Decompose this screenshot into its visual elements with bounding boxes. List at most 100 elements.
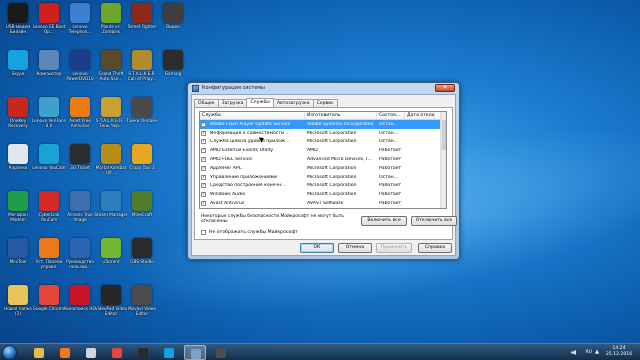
volume-icon[interactable] <box>571 350 576 355</box>
skype-taskbar-button[interactable] <box>158 345 180 360</box>
desktop-icon-steam-manager[interactable]: Steam Manager <box>94 191 128 217</box>
msconfig-taskbar-button[interactable] <box>184 345 206 360</box>
column-header-state[interactable]: Состоя... <box>377 112 405 119</box>
ok-button[interactable]: ОК <box>300 243 334 253</box>
desktop-icon-street-fighter[interactable]: Street Fighter <box>125 3 159 29</box>
close-button[interactable]: ✕ <box>435 84 455 92</box>
desktop-icon-gaming[interactable]: Gaming <box>156 50 190 76</box>
chrome-taskbar-button[interactable] <box>106 345 128 360</box>
desktop-icon-lenovo-ee-boot[interactable]: Lenovo EE Boot Op... <box>32 3 66 34</box>
service-checkbox[interactable]: ✓ <box>201 183 206 189</box>
obs-taskbar-button[interactable] <box>132 345 154 360</box>
desktop-icon-minecraft[interactable]: MineCraft <box>125 191 159 217</box>
desktop-icon-usb-modem-beeline[interactable]: USB-модем Билайн <box>1 3 35 34</box>
service-checkbox[interactable]: ✓ <box>201 148 206 154</box>
help-button[interactable]: Справка <box>418 243 452 253</box>
desktop-icon-stalker-shadow[interactable]: S.T.A.L.K.E.R. - Тень Чер... <box>94 97 128 128</box>
scrollbar-thumb[interactable] <box>442 120 446 150</box>
desktop-icon-youcam[interactable]: Lenovo YouCam <box>32 144 66 170</box>
desktop-icon-veriface[interactable]: Lenovo VeriFace 4.0 <box>32 97 66 128</box>
desktop-icon-skype[interactable]: Skype <box>1 50 35 76</box>
services-list-scrollbar[interactable] <box>440 112 446 208</box>
tab-0[interactable]: Общие <box>194 99 219 107</box>
clock[interactable]: 14:24 25.12.2016 <box>602 346 636 358</box>
system-configuration-window[interactable]: Конфигурация системы ✕ Общие Загрузка Служ… <box>187 82 460 260</box>
service-row[interactable]: ✓ Средство построения конечн... Microsoft … <box>200 182 446 191</box>
service-checkbox[interactable]: ✓ <box>201 165 206 171</box>
desktop-icon-powerdvd[interactable]: Lenovo PowerDVD10 <box>63 50 97 81</box>
desktop-icon-label: Танки Онлайн <box>126 118 158 123</box>
service-row[interactable]: ✓Установщик ActiveX (AxInstSV)Microsoft … <box>200 208 446 209</box>
desktop-icon-control-panel-setup[interactable]: Уст. Панели управл. <box>32 238 66 269</box>
service-row[interactable]: ✓ AppleHer APC Microsoft Corporation Работа… <box>200 164 446 173</box>
service-row[interactable]: ✓ AMD External Events Utility AMD Работает <box>200 146 446 155</box>
desktop-icon-video[interactable]: Видео <box>156 3 190 29</box>
desktop-icon-stalker-cop[interactable]: S.T.A.L.K.E.R. Call of Pripy... <box>125 50 159 81</box>
desktop-icon-gta-san-andreas[interactable]: Grand Theft Auto San... <box>94 50 128 81</box>
desktop-icon-new-folder-2[interactable]: Новая папка (2) <box>1 285 35 316</box>
explorer-taskbar-button[interactable] <box>28 345 50 360</box>
desktop-icon-obs-studio[interactable]: OBS Studio <box>125 238 159 264</box>
desktop-icon-recycle-bin[interactable]: Корзина <box>1 144 35 170</box>
desktop-icon-cyberlink-youcam[interactable]: CyberLink YouCam <box>32 191 66 222</box>
apply-button[interactable]: Применить <box>376 243 412 253</box>
service-name: Информация о совместимости ... <box>210 130 290 136</box>
hide-microsoft-services-checkbox[interactable] <box>201 230 206 235</box>
desktop-icon-label: Google Chrome <box>32 306 66 311</box>
column-header-maker[interactable]: Изготовитель <box>305 112 377 119</box>
window-titlebar[interactable]: Конфигурация системы ✕ <box>188 83 459 94</box>
desktop-icon-plants-vs-zombies[interactable]: Plants vs. Zombies <box>94 3 128 34</box>
desktop-icon-movavi[interactable]: Movavi Video Editor <box>125 285 159 316</box>
tab-1[interactable]: Загрузка <box>217 99 248 107</box>
service-checkbox[interactable]: ✓ <box>201 201 206 207</box>
desktop-icon-kinopoisk[interactable]: Кинопоиск HD <box>63 285 97 311</box>
media-player-taskbar-button[interactable] <box>54 345 76 360</box>
unknown-app-taskbar-button[interactable] <box>210 345 232 360</box>
desktop-icon-mortal-kombat[interactable]: Mortal Kombat Ult... <box>94 144 128 175</box>
tab-4[interactable]: Сервис <box>312 99 338 107</box>
desktop-icon-3g-ticket[interactable]: 3G Ticket <box>63 144 97 170</box>
service-checkbox[interactable]: ✓ <box>201 130 206 136</box>
desktop-icon-avast[interactable]: Avast Free Antivirus <box>63 97 97 128</box>
service-checkbox[interactable]: ✓ <box>201 174 206 180</box>
tray-overflow-icon[interactable]: ▲ <box>595 349 599 355</box>
desktop-icon-onekey-recovery[interactable]: OneKey Recovery <box>1 97 35 128</box>
service-checkbox[interactable]: ✓ <box>201 121 206 127</box>
desktop-icon-minitool[interactable]: MiniTool <box>1 238 35 264</box>
desktop-icon-crazy-taxi[interactable]: Crazy Taxi 3 <box>125 144 159 170</box>
service-checkbox[interactable]: ✓ <box>201 192 206 198</box>
windows-store-taskbar-button[interactable] <box>80 345 102 360</box>
desktop-icon-acronis[interactable]: Acronis True Image <box>63 191 97 222</box>
taskbar: RU ▲ 14:24 25.12.2016 <box>0 343 640 360</box>
cancel-button[interactable]: Отмена <box>338 243 372 253</box>
service-row[interactable]: ✓ AMD FUEL Service Advanced Micro Devices,… <box>200 155 446 164</box>
desktop-icon-google-chrome[interactable]: Google Chrome <box>32 285 66 311</box>
desktop-icon-utorrent[interactable]: uTorrent <box>94 238 128 264</box>
service-row[interactable]: ✓ Служба шлюза уровня прилож... Microsoft … <box>200 138 446 147</box>
desktop-icon-megafon-modem[interactable]: Мегафон Modem <box>1 191 35 222</box>
start-button[interactable] <box>2 345 17 360</box>
service-row[interactable]: ✓ Windows Audio Microsoft Corporation Работ… <box>200 190 446 199</box>
tab-3[interactable]: Автозагрузка <box>272 99 314 107</box>
column-header-service[interactable]: Служба <box>200 112 305 119</box>
hide-microsoft-services-option[interactable]: Не отображать службы Майкрософт <box>201 230 298 235</box>
services-list[interactable]: Служба Изготовитель Состоя... Дата отклю… <box>199 111 447 209</box>
desktop-icon-videopad[interactable]: VideoPad Video Editor <box>94 285 128 316</box>
service-row[interactable]: ✓ Avast Antivirus AVAST Software Работает <box>200 199 446 208</box>
language-indicator[interactable]: RU <box>586 350 592 355</box>
service-name: Управление приложениями <box>210 174 278 180</box>
service-checkbox[interactable]: ✓ <box>201 157 206 163</box>
disable-all-button[interactable]: Отключить все <box>411 216 457 226</box>
desktop-icon-lenovo-telephony[interactable]: Lenovo Telephon... <box>63 3 97 34</box>
service-row[interactable]: ✓ Adobe Flash Player Update Service Adobe … <box>200 120 446 129</box>
desktop-icon-tanki-online[interactable]: Танки Онлайн <box>125 97 159 123</box>
desktop-icon-label: Уст. Панели управл. <box>35 259 63 269</box>
service-row[interactable]: ✓ Управление приложениями Microsoft Corpor… <box>200 173 446 182</box>
service-checkbox[interactable]: ✓ <box>201 139 206 145</box>
desktop-icon-user-guide[interactable]: Руководство пользов... <box>63 238 97 269</box>
service-row[interactable]: ✓ Информация о совместимости ... Microsoft… <box>200 129 446 138</box>
desktop-icon-computer[interactable]: Компьютер <box>32 50 66 76</box>
enable-all-button[interactable]: Включить все <box>361 216 407 226</box>
column-header-disabled-date[interactable]: Дата отключе... <box>405 112 435 119</box>
tab-2[interactable]: Службы <box>246 98 274 107</box>
